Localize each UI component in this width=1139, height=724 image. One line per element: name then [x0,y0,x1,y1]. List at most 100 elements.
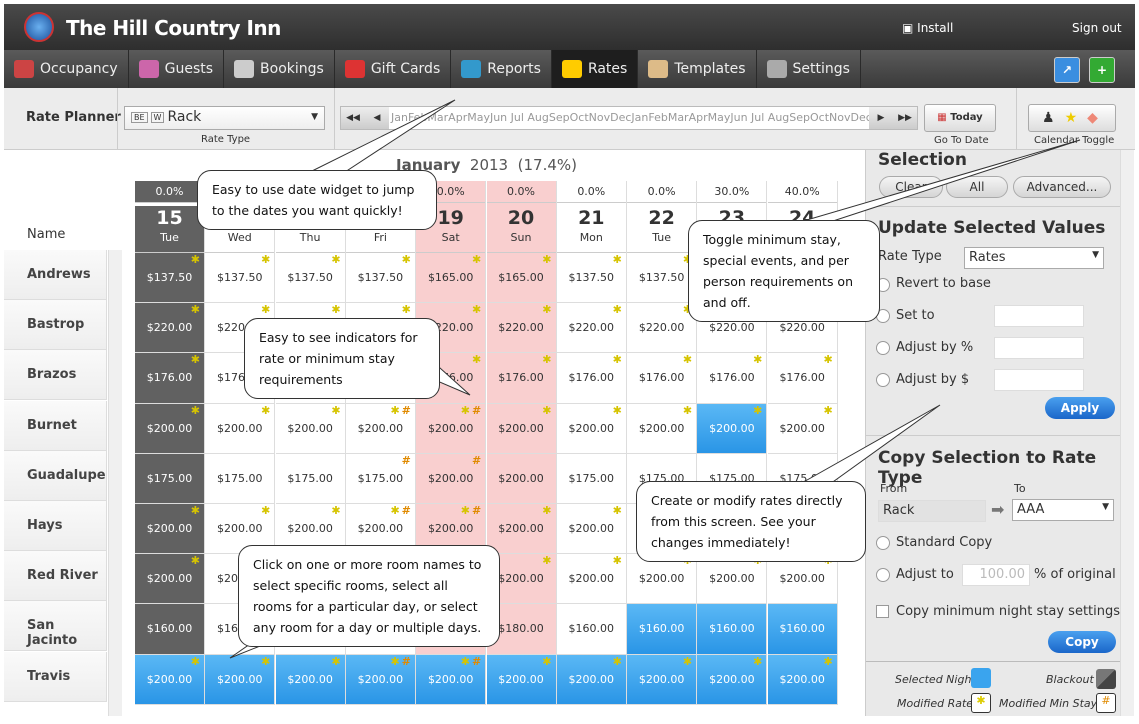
rate-cell[interactable]: $175.00 [275,454,345,504]
nav-settings[interactable]: Settings [757,50,861,88]
rate-cell[interactable]: $200.00 # [416,454,486,504]
set-to-input[interactable] [994,305,1084,327]
rate-cell[interactable]: $200.00 ✱ [767,404,837,454]
export-icon[interactable]: ↗ [1054,57,1080,83]
rate-cell[interactable]: $200.00 ✱ [697,654,767,705]
add-icon[interactable]: + [1089,57,1115,83]
rate-cell[interactable]: $137.50✱ [627,253,697,304]
apply-button[interactable]: Apply [1045,397,1115,419]
prev-icon[interactable]: ◀ [365,107,389,129]
rate-cell[interactable]: $137.50✱ [275,253,345,304]
room-name-burnet[interactable]: Burnet [4,400,107,451]
first-icon[interactable]: ◀◀ [341,107,365,129]
room-name-travis[interactable]: Travis [4,651,107,702]
rate-cell[interactable]: $160.00 [767,604,837,655]
rate-cell[interactable]: $200.00 ✱ [135,503,204,555]
rate-cell[interactable]: $176.00 ✱ [486,353,556,404]
rate-cell[interactable]: $160.00 [135,604,204,655]
nav-reports[interactable]: Reports [451,50,552,88]
rate-cell[interactable]: $200.00 ✱ # [345,404,415,454]
rate-cell[interactable]: $200.00 ✱ [486,504,556,555]
rate-cell[interactable]: $220.00✱ [627,303,697,354]
cake-icon[interactable]: ◆ [1087,110,1108,126]
person-icon[interactable]: ♟ [1042,110,1065,126]
rate-cell[interactable]: $175.00 # [345,454,415,504]
rate-cell[interactable]: $160.00 [627,604,697,655]
copy-min-checkbox[interactable] [876,605,889,618]
rate-cell[interactable]: $176.00 ✱ [767,353,837,404]
clear-button[interactable]: Clear [879,176,943,198]
rate-cell[interactable]: $200.00 ✱ [135,554,204,605]
nav-templates[interactable]: Templates [638,50,757,88]
rate-cell[interactable]: $220.00✱ [556,303,626,354]
install-link[interactable]: ▣ Install [902,21,953,35]
nav-bookings[interactable]: Bookings [224,50,335,88]
room-name-brazos[interactable]: Brazos [4,350,107,401]
rate-cell[interactable]: $137.50✱ [135,253,204,304]
rate-cell[interactable]: $220.00✱ [135,303,204,354]
rate-cell[interactable]: $175.00 [205,454,275,504]
all-button[interactable]: All [946,176,1008,198]
room-name-andrews[interactable]: Andrews [4,250,107,300]
adjust-pct-input[interactable] [994,337,1084,359]
star-icon[interactable]: ★ [1065,110,1088,126]
rate-cell[interactable]: $175.00 [556,454,626,504]
rate-cell[interactable]: $200.00 ✱ # [416,404,486,454]
rate-cell[interactable]: $200.00 ✱ [135,403,204,454]
rate-cell[interactable]: $137.50✱ [345,253,415,304]
rate-cell[interactable]: $176.00 ✱ [627,353,697,404]
rate-cell[interactable]: $200.00 ✱ [486,654,556,705]
day-header[interactable]: 15 Tue [135,206,204,253]
rate-cell[interactable]: $176.00 ✱ [135,353,204,404]
day-header[interactable]: 21 Mon [556,206,626,253]
rate-cell[interactable]: $200.00 ✱ [486,404,556,454]
advanced-button[interactable]: Advanced... [1013,176,1111,198]
rate-cell[interactable]: $200.00 ✱ [205,654,275,705]
rate-cell[interactable]: $200.00 ✱ [556,504,626,555]
rate-cell[interactable]: $200.00 ✱ [627,654,697,705]
rate-cell[interactable]: $200.00 ✱ [556,654,626,705]
rate-cell[interactable]: $200.00 ✱ [697,403,767,454]
rate-cell[interactable]: $200.00 ✱ # [416,654,486,705]
rate-cell[interactable]: $165.00 ✱ [486,253,556,304]
rate-cell[interactable]: $200.00 ✱ [205,404,275,454]
rate-cell[interactable]: $200.00 ✱ [275,654,345,705]
rate-cell[interactable]: $220.00✱ [486,303,556,354]
panel-scrollbar[interactable] [1120,150,1134,716]
nav-gift-cards[interactable]: Gift Cards [335,50,452,88]
adjust-to-input[interactable]: 100.00 [962,564,1030,586]
rate-cell[interactable]: $176.00 ✱ [697,353,767,404]
day-header[interactable]: 22 Tue [627,206,697,253]
rate-cell[interactable]: $200.00 ✱ [767,654,837,705]
rate-type-select[interactable]: BE W Rack ▼ [124,106,325,130]
rate-cell[interactable]: $200.00 [486,454,556,504]
month-strip[interactable]: JanFebMarAprMayJun Jul AugSepOctNovDecJa… [389,107,869,129]
rate-cell[interactable]: $176.00 ✱ [556,353,626,404]
date-widget[interactable]: ◀◀ ◀ JanFebMarAprMayJun Jul AugSepOctNovD… [340,106,918,130]
today-button[interactable]: ▦ Today [924,104,996,132]
grid-scrollbar[interactable] [108,250,122,716]
nav-occupancy[interactable]: Occupancy [4,50,129,88]
rate-cell[interactable]: $200.00 ✱ [275,404,345,454]
rate-cell[interactable]: $165.00 ✱ [416,253,486,304]
signout-link[interactable]: Sign out [1072,21,1122,35]
rate-cell[interactable]: $137.50✱ [556,253,626,304]
rate-cell[interactable]: $200.00 ✱ # [345,654,415,705]
adjust-to-radio[interactable] [876,568,890,582]
adjust-dollar-input[interactable] [994,369,1084,391]
rate-cell[interactable]: $160.00 [556,604,626,655]
rate-cell[interactable]: $200.00 ✱ [627,404,697,454]
room-name-hays[interactable]: Hays [4,501,107,551]
adjust-pct-radio[interactable] [876,341,890,355]
adjust-dollar-radio[interactable] [876,373,890,387]
day-header[interactable]: 20 Sun [486,206,556,253]
to-dropdown[interactable]: AAA ▼ [1012,499,1114,521]
rate-cell[interactable]: $200.00 ✱ [556,404,626,454]
copy-button[interactable]: Copy [1048,631,1116,653]
standard-copy-radio[interactable] [876,536,890,550]
room-name-san-jacinto[interactable]: San Jacinto [4,601,107,652]
rate-type-dropdown[interactable]: Rates ▼ [964,247,1104,269]
calendar-toggle[interactable]: ♟★◆ [1028,104,1116,132]
rate-cell[interactable]: $137.50✱ [205,253,275,304]
nav-guests[interactable]: Guests [129,50,225,88]
